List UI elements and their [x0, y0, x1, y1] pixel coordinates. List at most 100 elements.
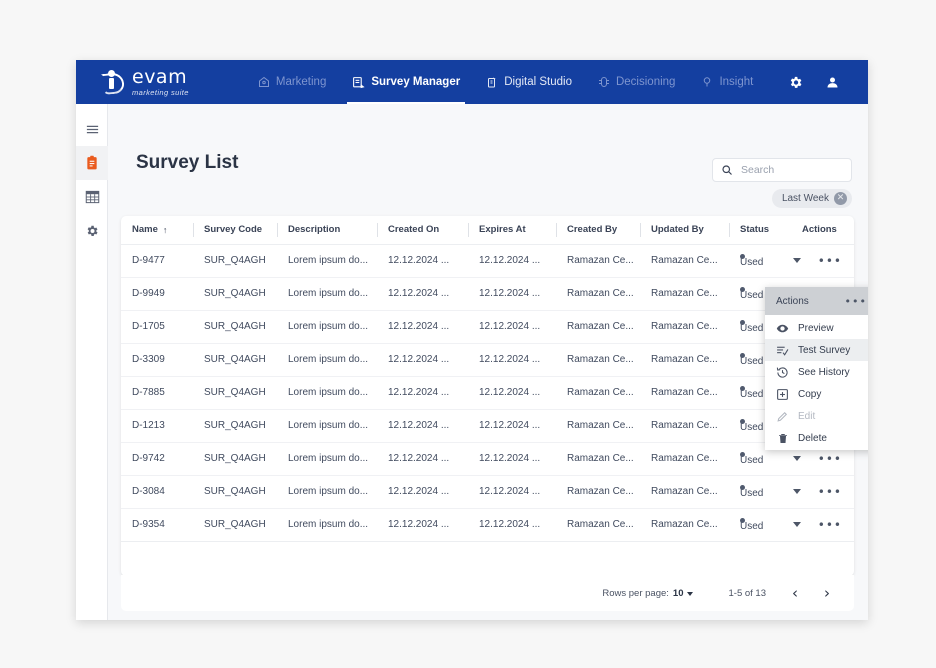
- cell-name: D-9742: [121, 442, 193, 476]
- history-clock-icon: [776, 366, 789, 379]
- main-content: Survey List Last Week ✕: [108, 104, 868, 620]
- table-row[interactable]: D-3309 SUR_Q4AGH Lorem ipsum do... 12.12.20…: [121, 343, 854, 377]
- row-expand-caret-icon[interactable]: [793, 488, 801, 494]
- column-header-created-on[interactable]: Created On: [377, 216, 468, 245]
- column-label: Name: [132, 224, 158, 236]
- cell-actions: •••: [791, 508, 854, 542]
- sidebar-item-settings[interactable]: [76, 214, 108, 248]
- table-body: D-9477 SUR_Q4AGH Lorem ipsum do... 12.12.20…: [121, 244, 854, 542]
- row-actions-menu-button[interactable]: •••: [818, 519, 842, 531]
- cell-created-on: 12.12.2024 ...: [377, 310, 468, 344]
- actions-menu-list: Preview Test Survey See History Copy Edi…: [765, 315, 868, 450]
- column-header-expires-at[interactable]: Expires At: [468, 216, 556, 245]
- evam-logo[interactable]: evam marketing suite: [100, 67, 189, 97]
- cell-status: Used: [729, 475, 791, 509]
- menu-item-label: Edit: [798, 410, 816, 422]
- rows-per-page-select[interactable]: 10: [673, 588, 693, 599]
- table-row[interactable]: D-1213 SUR_Q4AGH Lorem ipsum do... 12.12.20…: [121, 409, 854, 443]
- menu-hamburger-icon[interactable]: [76, 112, 108, 146]
- evam-logo-mark-icon: [100, 69, 126, 96]
- row-actions-menu-button[interactable]: •••: [818, 255, 842, 267]
- nav-right-actions: [788, 75, 840, 90]
- row-expand-caret-icon[interactable]: [793, 455, 801, 461]
- search-icon: [721, 164, 733, 176]
- cell-created-by: Ramazan Ce...: [556, 310, 640, 344]
- nav-label: Survey Manager: [371, 76, 461, 88]
- row-expand-caret-icon[interactable]: [793, 257, 801, 263]
- nav-item-marketing[interactable]: Marketing: [245, 60, 340, 104]
- nav-item-insight[interactable]: Insight: [688, 60, 766, 104]
- search-box[interactable]: [712, 158, 868, 182]
- column-header-updated-by[interactable]: Updated By: [640, 216, 729, 245]
- eye-icon: [776, 322, 789, 335]
- cell-status: Used: [729, 244, 791, 278]
- cell-created-on: 12.12.2024 ...: [377, 343, 468, 377]
- nav-item-survey-manager[interactable]: Survey Manager: [339, 60, 473, 104]
- cell-created-by: Ramazan Ce...: [556, 376, 640, 410]
- sidebar-item-survey-clipboard[interactable]: [76, 146, 108, 180]
- row-actions-menu-button[interactable]: •••: [818, 453, 842, 465]
- menu-item-label: Preview: [798, 322, 834, 334]
- column-header-survey-code[interactable]: Survey Code: [193, 216, 277, 245]
- column-header-created-by[interactable]: Created By: [556, 216, 640, 245]
- cell-survey-code: SUR_Q4AGH: [193, 343, 277, 377]
- digital-studio-icon: [486, 76, 498, 89]
- filter-chip-last-week[interactable]: Last Week ✕: [771, 189, 852, 208]
- cell-created-on: 12.12.2024 ...: [377, 277, 468, 311]
- cell-survey-code: SUR_Q4AGH: [193, 475, 277, 509]
- cell-updated-by: Ramazan Ce...: [640, 508, 729, 542]
- cell-description: Lorem ipsum do...: [277, 475, 377, 509]
- cell-survey-code: SUR_Q4AGH: [193, 442, 277, 476]
- menu-item-test-survey[interactable]: Test Survey: [765, 339, 868, 361]
- search-input[interactable]: [741, 164, 868, 176]
- column-header-description[interactable]: Description: [277, 216, 377, 245]
- nav-item-decisioning[interactable]: Decisioning: [585, 60, 688, 104]
- survey-manager-icon: [352, 76, 365, 89]
- cell-created-on: 12.12.2024 ...: [377, 508, 468, 542]
- menu-item-see-history[interactable]: See History: [765, 361, 868, 383]
- table-row[interactable]: D-9949 SUR_Q4AGH Lorem ipsum do... 12.12.20…: [121, 277, 854, 311]
- cell-survey-code: SUR_Q4AGH: [193, 409, 277, 443]
- cell-description: Lorem ipsum do...: [277, 442, 377, 476]
- table-header: Name ↑ Survey Code Description Created O…: [121, 216, 854, 245]
- previous-page-button[interactable]: ‹: [792, 585, 798, 601]
- marketing-icon: [258, 76, 270, 88]
- sidebar-item-data-table[interactable]: [76, 180, 108, 214]
- menu-item-preview[interactable]: Preview: [765, 317, 868, 339]
- table-row[interactable]: D-9742 SUR_Q4AGH Lorem ipsum do... 12.12.20…: [121, 442, 854, 476]
- row-expand-caret-icon[interactable]: [793, 521, 801, 527]
- table-row[interactable]: D-7885 SUR_Q4AGH Lorem ipsum do... 12.12.20…: [121, 376, 854, 410]
- column-header-status[interactable]: Status: [729, 216, 791, 245]
- table-row[interactable]: D-9477 SUR_Q4AGH Lorem ipsum do... 12.12.20…: [121, 244, 854, 278]
- cell-name: D-9477: [121, 244, 193, 278]
- copy-icon: [776, 388, 789, 401]
- cell-expires-at: 12.12.2024 ...: [468, 442, 556, 476]
- cell-created-on: 12.12.2024 ...: [377, 442, 468, 476]
- cell-updated-by: Ramazan Ce...: [640, 310, 729, 344]
- table-row[interactable]: D-3084 SUR_Q4AGH Lorem ipsum do... 12.12.20…: [121, 475, 854, 509]
- table-row[interactable]: D-1705 SUR_Q4AGH Lorem ipsum do... 12.12.20…: [121, 310, 854, 344]
- close-icon[interactable]: ✕: [834, 192, 847, 205]
- survey-clipboard-icon: [87, 155, 97, 170]
- left-sidebar-rail: [76, 104, 108, 620]
- menu-item-copy[interactable]: Copy: [765, 383, 868, 405]
- user-account-icon[interactable]: [825, 75, 840, 90]
- cell-name: D-3084: [121, 475, 193, 509]
- menu-item-delete[interactable]: Delete: [765, 427, 868, 449]
- next-page-button[interactable]: ›: [824, 585, 830, 601]
- row-actions-menu-button[interactable]: •••: [818, 486, 842, 498]
- cell-name: D-9354: [121, 508, 193, 542]
- settings-gear-icon[interactable]: [788, 75, 803, 90]
- cell-name: D-3309: [121, 343, 193, 377]
- table-row[interactable]: D-9354 SUR_Q4AGH Lorem ipsum do... 12.12.20…: [121, 508, 854, 542]
- status-dot-icon: [740, 385, 745, 391]
- column-header-name[interactable]: Name ↑: [121, 216, 193, 245]
- more-options-icon[interactable]: •••: [845, 295, 867, 308]
- status-dot-icon: [740, 517, 745, 523]
- filter-chip-label: Last Week: [781, 193, 829, 204]
- nav-item-digital-studio[interactable]: Digital Studio: [473, 60, 585, 104]
- cell-created-on: 12.12.2024 ...: [377, 409, 468, 443]
- chevron-down-icon: [686, 591, 693, 596]
- cell-status: Used: [729, 508, 791, 542]
- column-header-actions: Actions: [791, 216, 854, 245]
